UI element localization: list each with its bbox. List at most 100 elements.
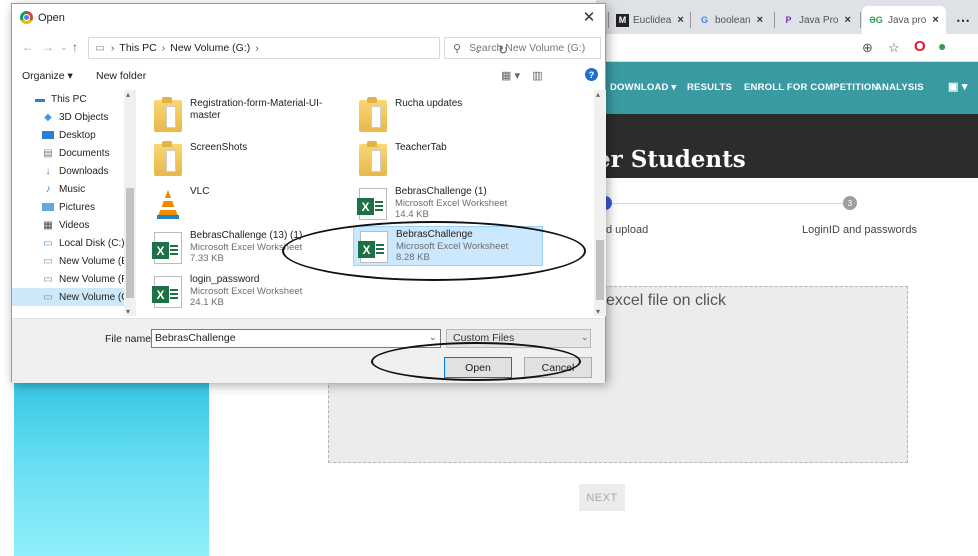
nav-item-new-volume-g[interactable]: ▭ New Volume (G:) [12,288,135,306]
file-item-registration-form[interactable]: Registration-form-Material-UI-master [148,96,338,136]
page-title: er Students [596,146,746,173]
nav-item-documents[interactable]: ▤ Documents [12,144,124,162]
euclidea-favicon-icon: M [616,13,629,27]
navigation-scrollbar[interactable]: ▴ ▾ [124,90,136,316]
tab-separator [774,12,775,28]
step-2-label: d upload [606,224,649,236]
close-tab-icon[interactable]: × [677,14,683,26]
nav-item-3d-objects[interactable]: ◆ 3D Objects [12,108,124,126]
file-item-screenshots[interactable]: ScreenShots [148,140,338,180]
breadcrumb-this-pc[interactable]: This PC [119,42,156,54]
browser-tab-bar: M Euclidea × G boolean × P Java Pro × ƏG… [596,0,978,34]
file-list-scrollbar[interactable]: ▴ ▾ [594,90,606,316]
scroll-down-icon[interactable]: ▾ [596,307,600,316]
tab-separator [860,12,861,28]
chrome-icon [20,11,33,24]
nav-enroll[interactable]: ENROLL FOR COMPETITION [744,82,879,93]
forward-arrow-icon[interactable]: → [42,40,54,54]
breadcrumb-separator: › [255,42,259,54]
dialog-title-bar[interactable]: Open ✕ [12,4,605,32]
evernote-extension-icon[interactable]: ● [938,38,946,54]
nav-item-label: Local Disk (C:) [59,237,125,249]
dialog-close-button[interactable]: ✕ [579,8,599,28]
view-options-icon[interactable]: ▦ ▾ ▥ [501,69,543,82]
pictures-icon [42,203,54,211]
music-icon: ♪ [45,183,51,195]
nav-item-label: Videos [59,219,90,231]
file-type-select[interactable]: Custom Files [446,329,591,348]
nav-item-label: Music [59,183,86,195]
file-item-vlc[interactable]: VLC [148,184,338,224]
file-name: VLC [190,186,210,197]
file-item-bebraschallenge-1[interactable]: BebrasChallenge (1) Microsoft Excel Work… [353,184,543,224]
next-button[interactable]: NEXT [579,484,625,511]
nav-item-label: Documents [59,147,110,159]
nav-item-label: This PC [51,93,87,105]
nav-item-videos[interactable]: ▦ Videos [12,216,124,234]
file-name-input[interactable]: BebrasChallenge [151,329,441,348]
file-type-dropdown-icon[interactable]: ⌄ [581,332,589,343]
search-input[interactable]: ⚲ Search New Volume (G:) [444,37,601,59]
browser-tab-java-programs[interactable]: P Java Pro × [776,6,858,34]
scroll-up-icon[interactable]: ▴ [596,90,600,99]
file-item-rucha-updates[interactable]: Rucha updates [353,96,543,136]
close-tab-icon[interactable]: × [932,14,938,26]
file-item-login-password[interactable]: login_password Microsoft Excel Worksheet… [148,272,338,312]
nav-item-downloads[interactable]: ↓ Downloads [12,162,124,180]
scroll-up-icon[interactable]: ▴ [126,90,130,99]
back-arrow-icon[interactable]: ← [22,40,34,54]
file-item-bebraschallenge[interactable]: BebrasChallenge Microsoft Excel Workshee… [353,226,543,266]
scroll-down-icon[interactable]: ▾ [126,307,130,316]
file-size: 7.33 KB [190,253,224,264]
nav-item-this-pc[interactable]: ▬ This PC [12,90,124,108]
file-list: Registration-form-Material-UI-master Ruc… [138,90,592,316]
file-name: BebrasChallenge (1) [395,186,487,197]
nav-item-local-disk-c[interactable]: ▭ Local Disk (C:) [12,234,124,252]
excel-icon [152,276,182,308]
browser-tab-google[interactable]: G boolean × [692,6,772,34]
nav-download[interactable]: DOWNLOAD ▾ [610,82,676,93]
nav-analysis[interactable]: ANALYSIS [875,82,924,93]
zoom-icon[interactable]: ⊕ [862,40,873,56]
file-name: ScreenShots [190,142,248,153]
drive-icon: ▭ [43,255,53,267]
account-menu-icon[interactable]: ▣ ▾ [948,80,968,93]
nav-item-music[interactable]: ♪ Music [12,180,124,198]
google-favicon-icon: G [700,15,708,25]
scroll-thumb[interactable] [596,240,604,300]
help-icon[interactable]: ? [585,68,598,81]
close-tab-icon[interactable]: × [757,14,763,26]
browser-tab-java-pro[interactable]: ƏG Java pro × [862,6,946,34]
bookmark-star-icon[interactable]: ☆ [888,40,900,56]
browser-tab-euclidea[interactable]: M Euclidea × [610,6,688,34]
dialog-title: Open [38,12,65,24]
nav-item-label: New Volume (E:) [59,255,135,267]
file-name-dropdown-icon[interactable]: ⌄ [429,332,437,343]
cancel-button[interactable]: Cancel [524,357,592,378]
nav-item-label: Downloads [59,165,109,177]
nav-item-new-volume-e[interactable]: ▭ New Volume (E:) [12,252,134,270]
new-folder-button[interactable]: New folder [96,70,146,82]
file-size: 24.1 KB [190,297,224,308]
file-item-teachertab[interactable]: TeacherTab [353,140,543,180]
nav-item-label: Desktop [59,129,96,141]
stepper-line [610,203,844,204]
dialog-footer: File name: BebrasChallenge ⌄ Custom File… [12,318,605,383]
nav-item-pictures[interactable]: Pictures [12,198,124,216]
open-button[interactable]: Open [444,357,512,378]
organize-button[interactable]: Organize ▾ [22,70,73,82]
recent-locations-icon[interactable]: ⌄ [60,42,68,53]
nav-item-new-volume-f[interactable]: ▭ New Volume (F:) [12,270,133,288]
sidebar-panel [14,380,209,556]
up-arrow-icon[interactable]: ↑ [72,40,78,54]
close-tab-icon[interactable]: × [844,14,850,26]
nav-item-desktop[interactable]: Desktop [12,126,124,144]
scroll-thumb[interactable] [126,188,134,298]
opera-extension-icon[interactable]: O [914,38,926,55]
breadcrumb-new-volume-g[interactable]: New Volume (G:) [170,42,250,54]
file-name: BebrasChallenge [396,229,473,240]
file-item-bebraschallenge-13-1[interactable]: BebrasChallenge (13) (1) Microsoft Excel… [148,228,338,268]
nav-results[interactable]: RESULTS [687,82,732,93]
address-bar[interactable]: ▭ › This PC › New Volume (G:) › ⌄ ↻ [88,37,508,59]
more-tabs-icon[interactable]: ⋯ [950,6,978,34]
